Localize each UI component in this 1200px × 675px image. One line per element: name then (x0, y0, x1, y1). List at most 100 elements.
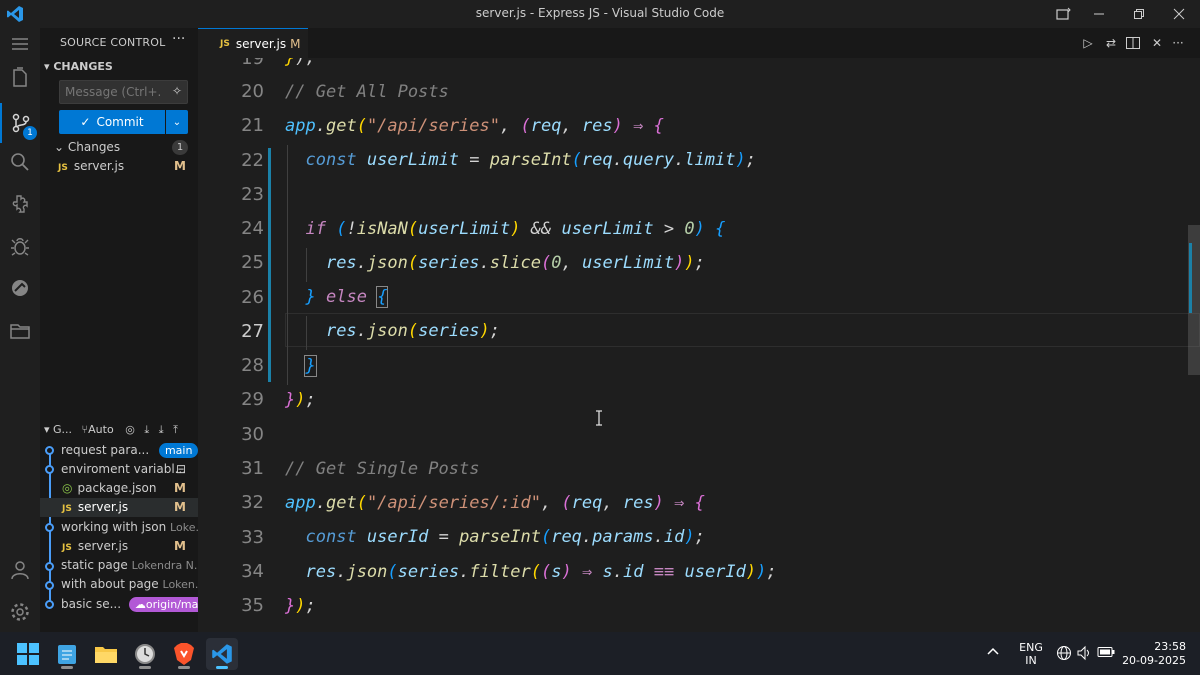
running-indicator (61, 666, 73, 669)
more-actions-icon[interactable]: ··· (1170, 35, 1186, 51)
system-clock[interactable]: 23:58 20-09-2025 (1122, 640, 1186, 668)
line-number: 19 (241, 58, 264, 69)
code-line: // Get All Posts (285, 82, 449, 102)
line-number: 23 (241, 184, 264, 205)
commit-item[interactable]: basic se... ☁origin/main (40, 595, 215, 614)
line-number: 29 (241, 389, 264, 410)
language-indicator[interactable]: ENG IN (1019, 641, 1043, 667)
chevron-up-icon[interactable] (987, 645, 999, 658)
close-window-button[interactable] (1159, 0, 1199, 28)
cloud-icon: ☁ (134, 598, 146, 611)
commit-dropdown-button[interactable]: ⌄ (166, 110, 188, 134)
chevron-down-icon: ⌄ (54, 140, 68, 154)
commit-item[interactable]: with about page Loken... (40, 575, 205, 594)
source-control-icon[interactable]: 1 (0, 103, 40, 143)
text-cursor-icon (596, 410, 602, 426)
running-indicator (178, 666, 190, 669)
battery-icon[interactable] (1097, 646, 1115, 661)
more-actions-icon[interactable]: ··· (172, 31, 185, 47)
code-line: }); (285, 596, 316, 616)
close-icon[interactable]: ✕ (1149, 35, 1165, 51)
diff-icon[interactable]: ⊟ (176, 460, 186, 479)
changes-count-badge: 1 (172, 140, 188, 155)
source-control-panel: SOURCE CONTROL ··· ▾ CHANGES ✧ ✓Commit ⌄… (40, 28, 215, 632)
code-line: const userLimit = parseInt(req.query.lim… (305, 150, 756, 170)
title-bar: server.js - Express JS - Visual Studio C… (0, 0, 1200, 28)
code-line: if (!isNaN(userLimit) && userLimit > 0) … (305, 219, 726, 239)
window-title: server.js - Express JS - Visual Studio C… (475, 6, 725, 20)
account-icon[interactable] (0, 550, 40, 590)
clock-time: 23:58 (1154, 640, 1186, 653)
js-file-icon: JS (220, 38, 230, 49)
code-line: res.json(series.slice(0, userLimit)); (325, 253, 705, 273)
sparkle-icon[interactable]: ✧ (172, 84, 182, 98)
modified-status: M (174, 159, 186, 173)
brave-browser-icon[interactable] (168, 638, 200, 670)
js-file-icon: JS (58, 163, 68, 173)
commit-file-item[interactable]: JS server.js M (40, 537, 198, 556)
windows-start-icon[interactable] (12, 638, 44, 670)
commit-item[interactable]: working with json Loke... (40, 518, 206, 537)
commit-message-input[interactable] (60, 81, 160, 103)
commit-message-box[interactable]: ✧ (59, 80, 188, 104)
fetch-icon[interactable]: ⤓ (144, 423, 149, 436)
line-number: 31 (241, 458, 264, 479)
changes-section-header[interactable]: ▾ CHANGES (44, 60, 113, 73)
code-line: }); (285, 390, 316, 410)
tab-server-js[interactable]: JS server.js M (198, 28, 308, 58)
notepad-icon[interactable] (51, 638, 83, 670)
split-editor-icon[interactable] (1125, 35, 1141, 51)
tab-modified-status: M (290, 36, 301, 51)
panel-title: SOURCE CONTROL (60, 36, 166, 49)
vscode-taskbar-icon[interactable] (206, 638, 238, 670)
commit-file-item[interactable]: JS server.js M (40, 498, 198, 517)
line-number: 21 (241, 115, 264, 136)
code-line: res.json(series); (325, 321, 501, 341)
active-indicator (216, 666, 228, 669)
changes-group[interactable]: ⌄ Changes 1 (40, 138, 198, 157)
remote-explorer-icon[interactable] (0, 268, 40, 308)
layout-customize-icon[interactable] (1044, 0, 1084, 28)
changed-file-item[interactable]: JS server.js M (40, 157, 198, 176)
code-line: }); (285, 58, 316, 68)
run-icon[interactable]: ▷ (1080, 35, 1096, 51)
explorer-icon[interactable] (0, 58, 40, 98)
target-icon[interactable]: ◎ (125, 423, 135, 436)
commit-item[interactable]: static page Lokendra N... (40, 556, 204, 575)
code-line: res.json(series.filter((s) ⇒ s.id ≡≡ use… (305, 562, 777, 582)
extensions-icon[interactable] (0, 184, 40, 224)
push-icon[interactable]: ⤒ (173, 423, 178, 436)
commit-button[interactable]: ✓ Commit (59, 110, 165, 134)
volume-icon[interactable] (1076, 645, 1092, 664)
pull-icon[interactable]: ⤓ (159, 423, 164, 436)
line-number-current: 27 (241, 321, 264, 342)
file-explorer-icon[interactable] (90, 638, 122, 670)
line-number: 33 (241, 527, 264, 548)
line-number: 20 (241, 81, 264, 102)
tab-label: server.js (235, 36, 287, 51)
code-line: // Get Single Posts (285, 459, 480, 479)
code-line: } else { (305, 286, 389, 308)
line-number: 26 (241, 287, 264, 308)
network-icon[interactable] (1056, 645, 1072, 664)
commit-file-item[interactable]: ◎ package.json M (40, 479, 198, 498)
check-icon: ✓ (80, 115, 91, 129)
graph-section-header[interactable]: ▾ G... ⑂Auto ◎ ⤓ ⤓ ⤒ (44, 423, 178, 437)
modified-status: M (174, 481, 186, 495)
restore-button[interactable] (1119, 0, 1159, 28)
folder-icon[interactable] (0, 311, 40, 351)
code-line: const userId = parseInt(req.params.id); (305, 527, 705, 547)
search-icon[interactable] (0, 142, 40, 182)
minimize-button[interactable] (1079, 0, 1119, 28)
code-editor[interactable]: 19 20 21 22 23 24 25 26 27 28 29 30 31 3… (198, 58, 1200, 632)
json-file-icon: ◎ (62, 481, 73, 495)
settings-gear-icon[interactable] (0, 592, 40, 632)
clock-app-icon[interactable] (129, 638, 161, 670)
tab-bar: JS server.js M ▷ ⇄ ✕ ··· (198, 28, 1200, 58)
line-number: 35 (241, 595, 264, 616)
compare-changes-icon[interactable]: ⇄ (1103, 35, 1119, 51)
commit-item[interactable]: enviroment variabl... ⊟ (40, 460, 198, 479)
commit-item[interactable]: request para... main (40, 441, 199, 460)
debug-icon[interactable] (0, 226, 40, 266)
activity-bar: 1 (0, 28, 40, 632)
